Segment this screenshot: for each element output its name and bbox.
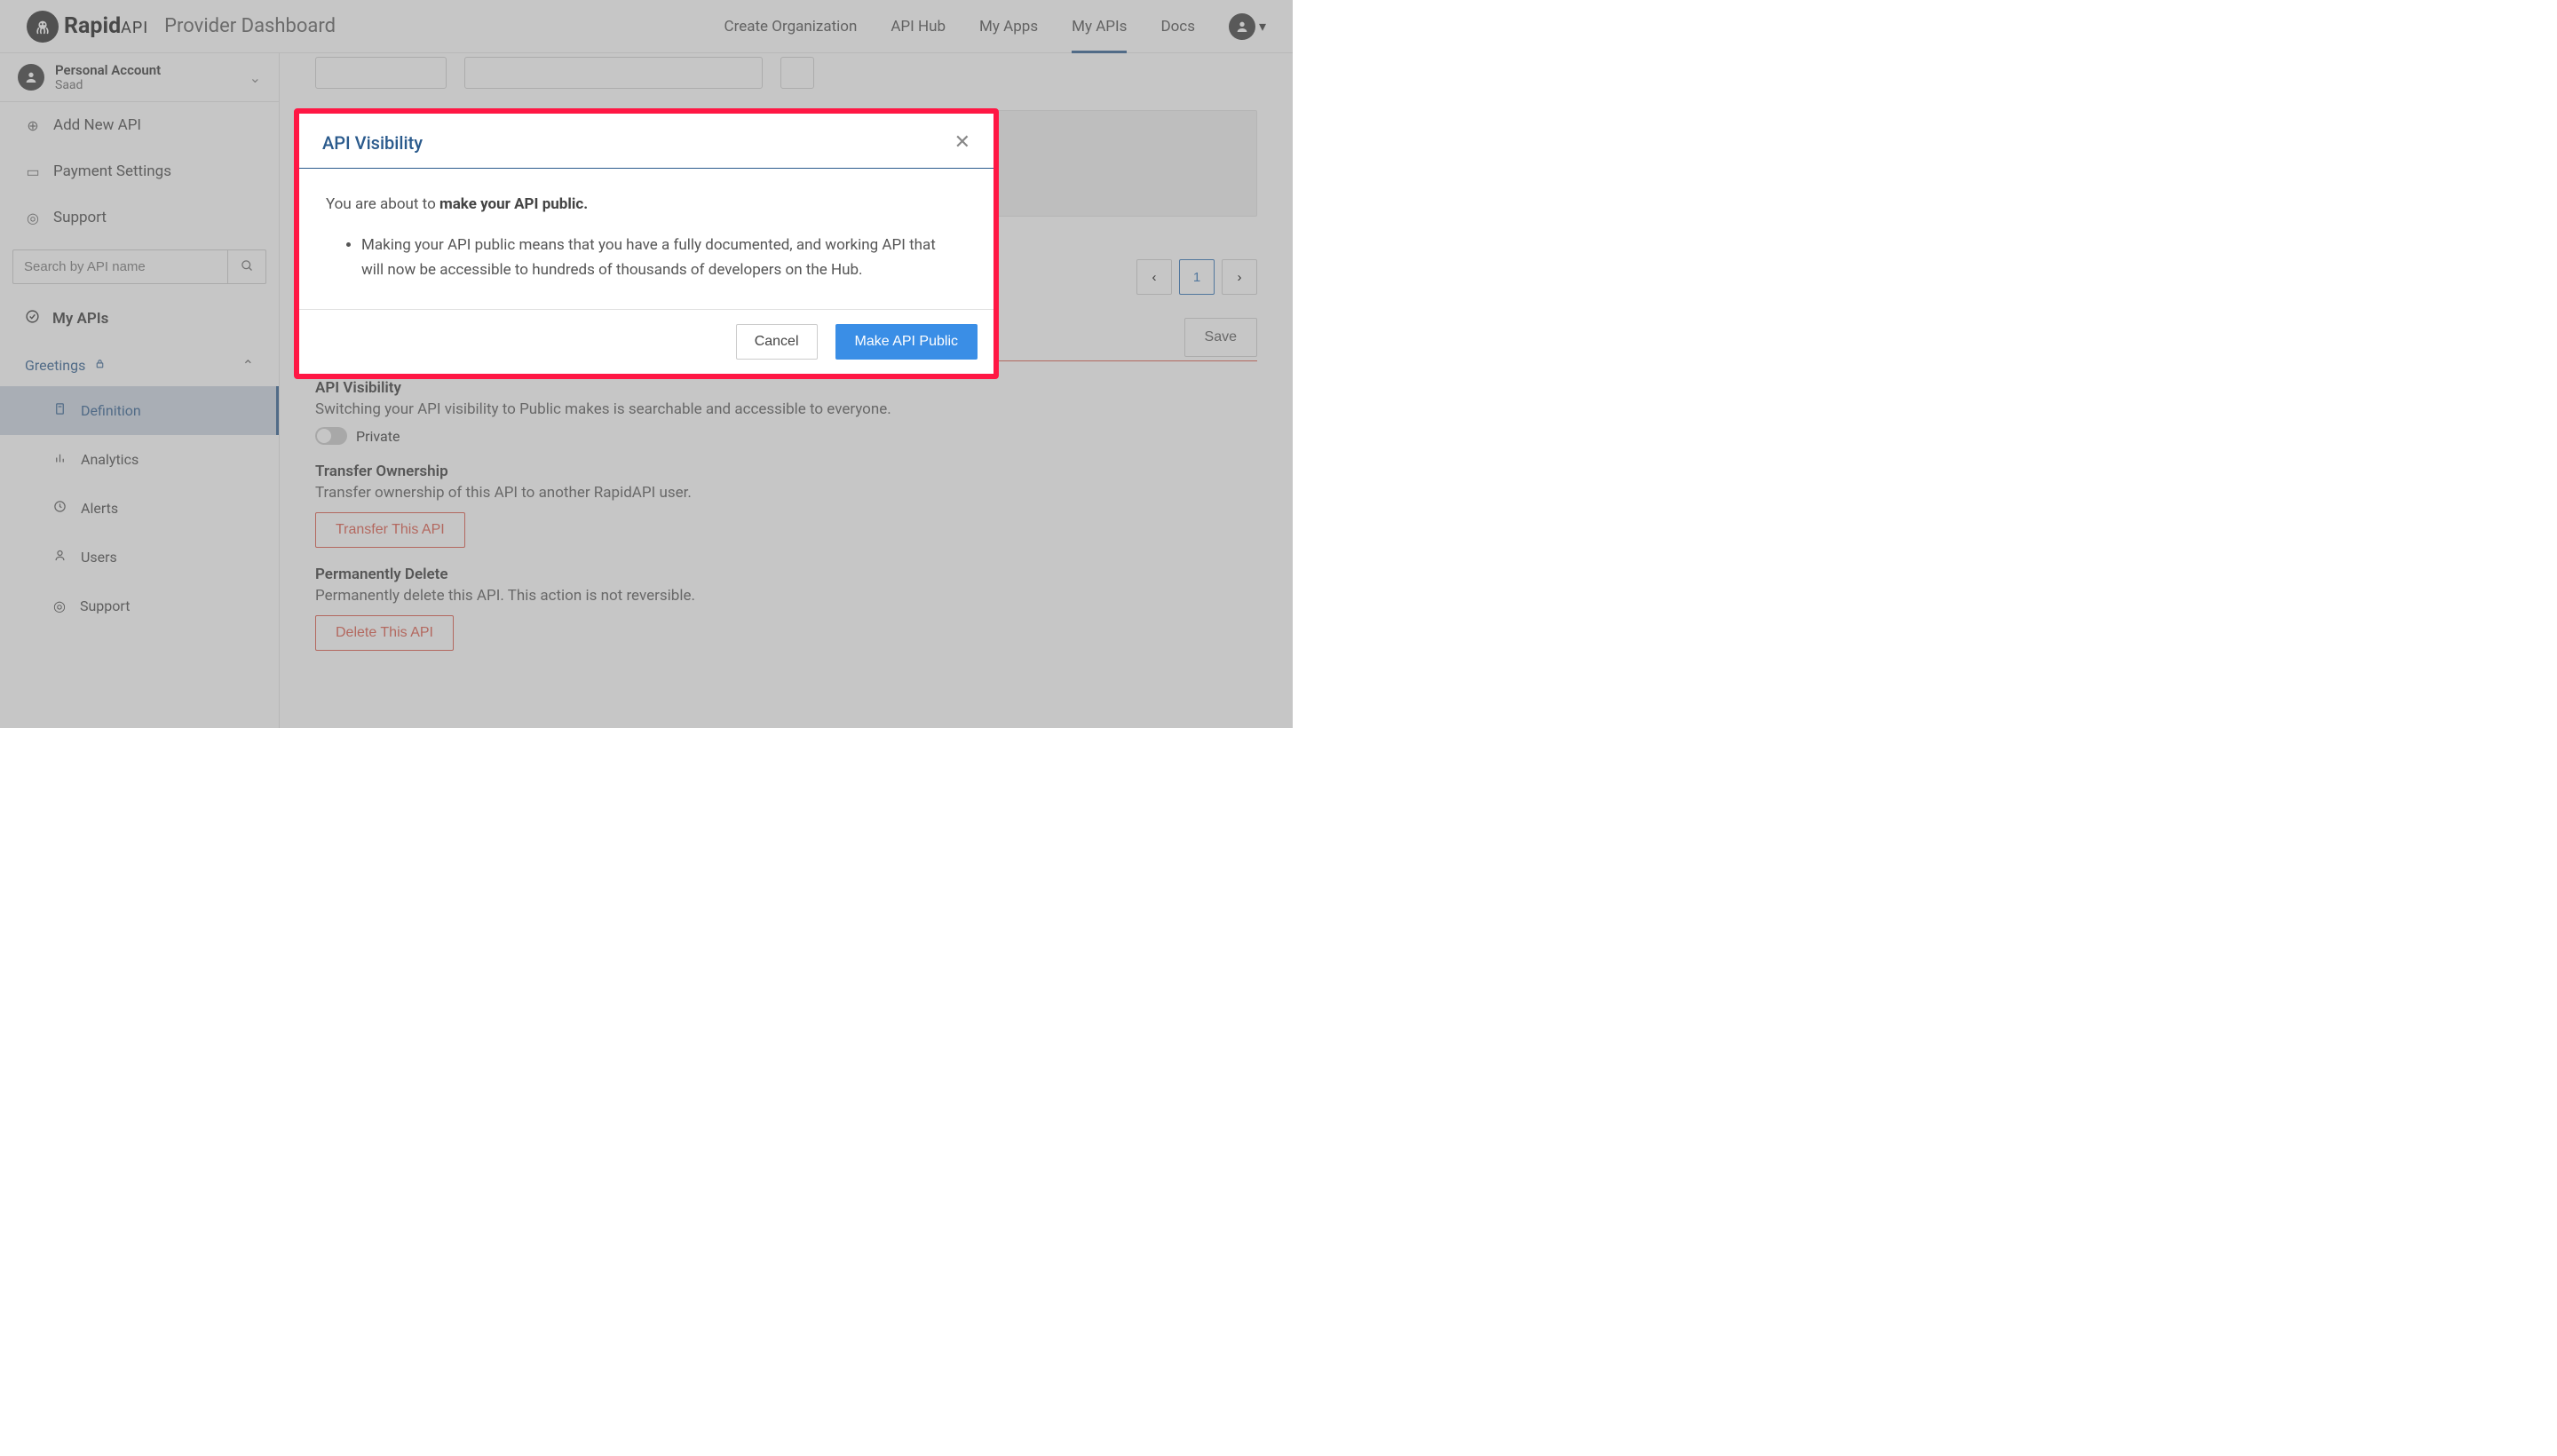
modal-title: API Visibility — [322, 132, 423, 154]
make-api-public-button[interactable]: Make API Public — [835, 324, 978, 360]
modal-intro: You are about to make your API public. — [326, 195, 967, 213]
cancel-button[interactable]: Cancel — [736, 324, 818, 360]
modal-body: You are about to make your API public. M… — [299, 169, 994, 309]
modal-highlight-border: API Visibility ✕ You are about to make y… — [294, 108, 999, 379]
api-visibility-modal: API Visibility ✕ You are about to make y… — [299, 114, 994, 374]
modal-footer: Cancel Make API Public — [299, 309, 994, 374]
modal-bullet: Making your API public means that you ha… — [361, 233, 967, 282]
modal-overlay: API Visibility ✕ You are about to make y… — [0, 0, 1293, 728]
close-icon[interactable]: ✕ — [954, 131, 970, 154]
modal-header: API Visibility ✕ — [299, 114, 994, 169]
